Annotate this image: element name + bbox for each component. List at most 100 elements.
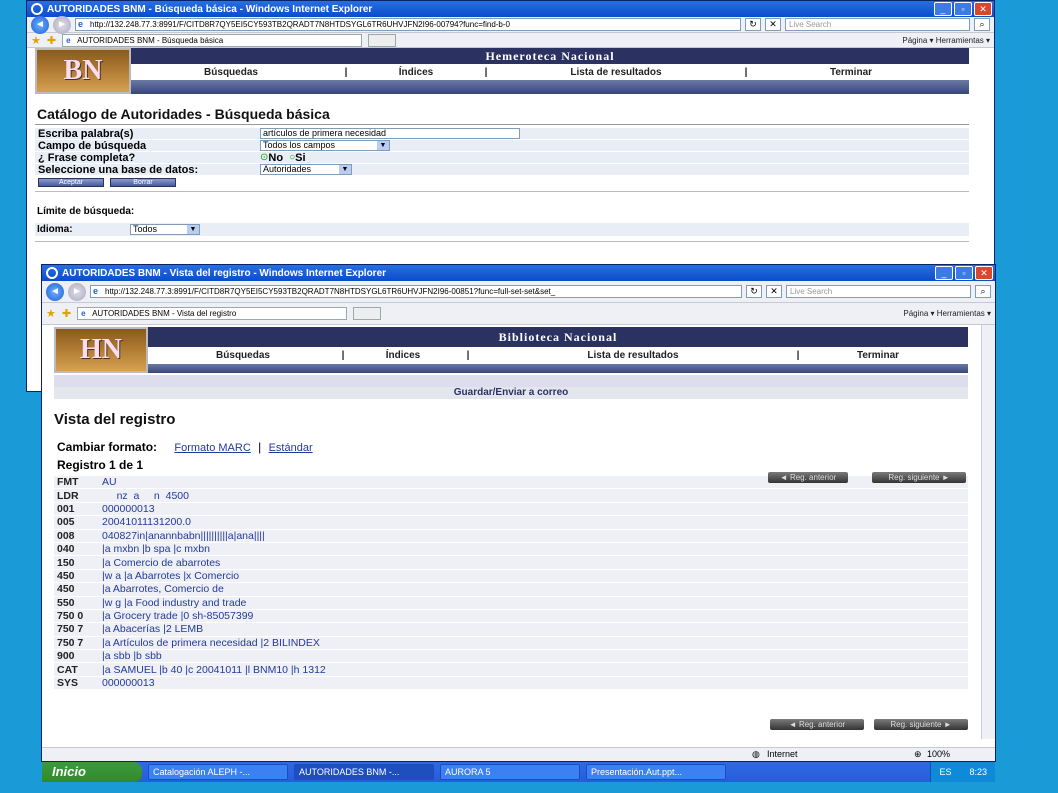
zoom-icon[interactable]: ⊕ — [914, 749, 922, 760]
save-email-link[interactable]: Guardar/Enviar a correo — [54, 387, 968, 399]
forward-button[interactable]: ► — [68, 282, 86, 301]
status-zoom[interactable]: 100% — [927, 749, 950, 759]
forward-button[interactable]: ► — [53, 15, 71, 34]
maximize-button[interactable]: ▫ — [955, 266, 973, 280]
maximize-button[interactable]: ▫ — [954, 2, 972, 16]
ie-icon — [31, 3, 43, 15]
next-record-button[interactable]: Reg. siguiente ► — [872, 472, 966, 483]
stop-button[interactable]: ✕ — [766, 285, 782, 298]
close-button[interactable]: ✕ — [974, 2, 992, 16]
task-aurora[interactable]: AURORA 5 — [440, 764, 580, 780]
new-tab-button[interactable] — [368, 33, 397, 47]
search-icon[interactable]: ⌕ — [974, 18, 990, 31]
menu-indices[interactable]: Índices — [348, 350, 458, 361]
front-search-field[interactable]: Live Search — [786, 285, 971, 298]
formato-marc-link[interactable]: Formato MARC — [174, 442, 250, 454]
system-tray: ES 8:23 — [930, 762, 995, 782]
record-tag: 750 0 — [57, 610, 84, 623]
table-row: 001 000000013 — [54, 502, 968, 517]
table-row: 750 7 |a Artículos de primera necesidad |… — [54, 636, 968, 651]
menu-busquedas[interactable]: Búsquedas — [131, 67, 331, 78]
record-value: 000000013 — [102, 677, 155, 690]
record-value: |a Artículos de primera necesidad |2 BIL… — [102, 636, 320, 649]
task-autoridades[interactable]: AUTORIDADES BNM -... — [294, 764, 434, 780]
lang-select[interactable]: Todos ▼ — [130, 224, 200, 235]
front-browser-window: AUTORIDADES BNM - Vista del registro - W… — [41, 264, 996, 762]
record-value: |a mxbn |b spa |c mxbn — [102, 543, 210, 556]
taskbar: Inicio Catalogación ALEPH -... AUTORIDAD… — [42, 762, 995, 782]
favorites-star-icon[interactable]: ★ — [31, 34, 41, 47]
record-tag: 450 — [57, 569, 75, 582]
close-button[interactable]: ✕ — [975, 266, 993, 280]
status-internet: Internet — [767, 749, 798, 759]
field-select[interactable]: Todos los campos ▼ — [260, 140, 390, 151]
back-button[interactable]: ◄ — [31, 15, 49, 34]
record-tag: 150 — [57, 556, 75, 569]
radio-no[interactable]: ⊙ — [260, 152, 268, 163]
back-tab[interactable]: AUTORIDADES BNM - Búsqueda básica — [62, 33, 363, 47]
back-url-field[interactable]: http://132.248.77.3:8991/F/CITD8R7QY5EI5… — [75, 18, 741, 31]
record-value: |a sbb |b sbb — [102, 650, 162, 663]
task-presentacion[interactable]: Presentación.Aut.ppt... — [586, 764, 726, 780]
back-title-bar[interactable]: AUTORIDADES BNM - Búsqueda básica - Wind… — [27, 1, 994, 17]
menu-indices[interactable]: Índices — [361, 67, 471, 78]
new-tab-button[interactable] — [353, 307, 382, 320]
start-button[interactable]: Inicio — [42, 762, 142, 782]
add-favorites-icon[interactable]: ✚ — [62, 307, 71, 320]
minimize-button[interactable]: _ — [934, 2, 952, 16]
back-menu: Búsquedas | Índices | Lista de resultados |… — [131, 64, 969, 80]
tray-lang[interactable]: ES — [939, 767, 951, 777]
search-icon[interactable]: ⌕ — [975, 285, 991, 298]
back-search-field[interactable]: Live Search — [785, 18, 970, 31]
borrar-button[interactable]: Borrar — [110, 178, 176, 187]
menu-lista[interactable]: Lista de resultados — [478, 350, 788, 361]
front-address-bar: ◄► http://132.248.77.3:8991/F/CITD8R7QY5… — [42, 281, 995, 303]
front-banner: HN Biblioteca Nacional Búsquedas | Índice… — [54, 327, 968, 373]
front-url-field[interactable]: http://132.248.77.3:8991/F/CITD8R7QY5EI5… — [90, 285, 742, 298]
back-window-title: AUTORIDADES BNM - Búsqueda básica - Wind… — [47, 3, 373, 15]
back-button[interactable]: ◄ — [46, 282, 64, 301]
menu-lista[interactable]: Lista de resultados — [501, 67, 731, 78]
front-tools-menu[interactable]: Página ▾ Herramientas ▾ — [903, 309, 991, 318]
add-favorites-icon[interactable]: ✚ — [47, 34, 56, 47]
back-tab-bar: ★ ✚ AUTORIDADES BNM - Búsqueda básica Pág… — [27, 33, 994, 48]
table-row: 040 |a mxbn |b spa |c mxbn — [54, 542, 968, 557]
table-row: 450 |a Abarrotes, Comercio de — [54, 583, 968, 597]
table-row: 550 |w g |a Food industry and trade — [54, 596, 968, 610]
record-value: 20041011131200.0 — [102, 516, 191, 529]
lang-row: Idioma: Todos ▼ — [35, 223, 969, 237]
scrollbar[interactable] — [981, 325, 995, 739]
menu-terminar[interactable]: Terminar — [808, 350, 948, 361]
front-title-bar[interactable]: AUTORIDADES BNM - Vista del registro - W… — [42, 265, 995, 281]
table-row: 750 7 |a Abacerías |2 LEMB — [54, 623, 968, 637]
front-window-controls: _ ▫ ✕ — [935, 266, 993, 280]
record-count: Registro 1 de 1 — [57, 458, 144, 472]
record-value: |w g |a Food industry and trade — [102, 596, 247, 609]
next-record-button-bottom[interactable]: Reg. siguiente ► — [874, 719, 968, 730]
menu-terminar[interactable]: Terminar — [761, 67, 941, 78]
stop-button[interactable]: ✕ — [765, 18, 781, 31]
prev-record-button[interactable]: ◄ Reg. anterior — [768, 472, 848, 483]
estandar-link[interactable]: Estándar — [269, 442, 313, 454]
back-banner: BN Hemeroteca Nacional Búsquedas | Índice… — [35, 48, 969, 94]
refresh-button[interactable]: ↻ — [746, 285, 762, 298]
record-tag: LDR — [57, 489, 79, 502]
tray-clock: 8:23 — [969, 767, 987, 777]
aceptar-button[interactable]: Aceptar — [38, 178, 104, 187]
back-page-heading: Catálogo de Autoridades - Búsqueda básic… — [37, 106, 330, 122]
minimize-button[interactable]: _ — [935, 266, 953, 280]
front-tab[interactable]: AUTORIDADES BNM - Vista del registro — [77, 307, 348, 320]
db-select[interactable]: Autoridades ▼ — [260, 164, 352, 175]
format-row: Cambiar formato: Formato MARC | Estándar — [57, 440, 313, 454]
task-catalogacion[interactable]: Catalogación ALEPH -... — [148, 764, 288, 780]
back-window-controls: _ ▫ ✕ — [934, 2, 992, 16]
word-input[interactable]: artículos de primera necesidad — [260, 128, 520, 139]
favorites-star-icon[interactable]: ★ — [46, 307, 56, 320]
menu-busquedas[interactable]: Búsquedas — [148, 350, 338, 361]
record-value: |a Abacerías |2 LEMB — [102, 623, 204, 636]
prev-record-button-bottom[interactable]: ◄ Reg. anterior — [770, 719, 864, 730]
record-value: nz a n 4500 — [102, 489, 189, 502]
record-tag: 900 — [57, 650, 75, 663]
refresh-button[interactable]: ↻ — [745, 18, 761, 31]
back-tools-menu[interactable]: Página ▾ Herramientas ▾ — [902, 36, 990, 45]
